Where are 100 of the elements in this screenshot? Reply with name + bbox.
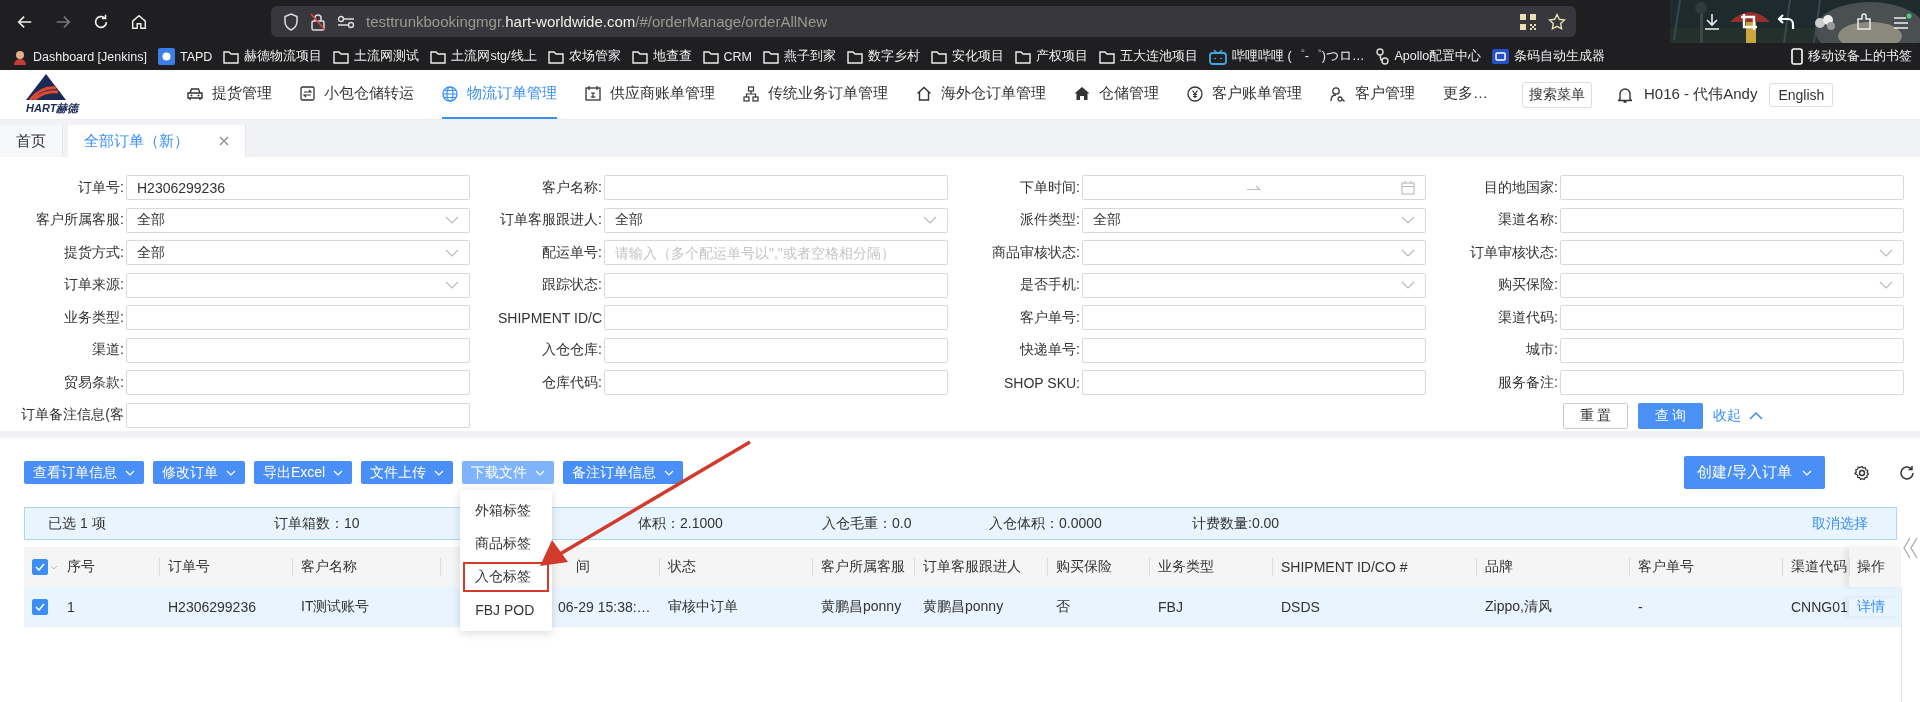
column-header: 操作 xyxy=(1857,558,1885,576)
field-label: 仓库代码: xyxy=(541,372,603,392)
nav-item[interactable]: 客户管理 xyxy=(1330,70,1415,119)
nav-item[interactable]: 提货管理 xyxy=(187,70,272,119)
column-header: 订单客服跟进人 xyxy=(923,558,1021,576)
bookmark-item[interactable]: 农场管家 xyxy=(547,48,621,65)
bookmark-item[interactable]: 地查查 xyxy=(631,48,692,65)
field-label: 配运单号: xyxy=(541,242,603,262)
search-menu-button[interactable]: 搜索菜单 xyxy=(1522,81,1592,108)
table-cell: - xyxy=(1638,598,1643,615)
bookmark-item[interactable]: 赫德物流项目 xyxy=(223,48,323,65)
bookmark-item[interactable]: 土流网stg/线上 xyxy=(430,48,537,65)
select-field[interactable]: 全部 xyxy=(1082,207,1426,233)
table-cell: CNNG01 xyxy=(1791,598,1848,615)
summary-text: 体积：2.1000 xyxy=(638,514,724,533)
bookmark-item[interactable]: TAPD xyxy=(157,48,213,65)
column-header: 间 xyxy=(576,558,590,576)
column-header: 客户所属客服 xyxy=(821,558,905,576)
nav-item[interactable]: 仓储管理 xyxy=(1074,70,1159,119)
nav-item[interactable]: 客户账单管理 xyxy=(1187,70,1302,119)
column-header: 客户单号 xyxy=(1638,558,1694,576)
field-label: 订单来源: xyxy=(63,275,125,295)
field-label: SHOP SKU: xyxy=(1003,373,1081,393)
summary-text: 订单箱数：10 xyxy=(274,514,361,533)
table-cell: 黄鹏昌ponny xyxy=(821,597,902,616)
field-label: 贸易条款: xyxy=(63,372,125,392)
field-label: 城市: xyxy=(1525,340,1559,360)
table-cell: 审核中订单 xyxy=(668,597,738,616)
field-label: 客户名称: xyxy=(541,177,603,197)
column-header: 业务类型 xyxy=(1158,558,1214,576)
field-label: 是否手机: xyxy=(1019,275,1081,295)
nav-item[interactable]: 海外仓订单管理 xyxy=(916,70,1046,119)
table-cell: IT测试账号 xyxy=(301,597,370,616)
bookmark-item[interactable]: 安化项目 xyxy=(931,48,1004,65)
table-cell: 黄鹏昌ponny xyxy=(923,597,1004,616)
column-header: SHIPMENT ID/CO # xyxy=(1281,559,1408,575)
table-cell: 1 xyxy=(67,598,75,615)
summary-text: 入仓体积：0.0000 xyxy=(989,514,1103,533)
bookmark-item[interactable]: Apollo配置中心 xyxy=(1375,48,1482,65)
url-text: testtrunkbookingmgr.hart-worldwide.com/#/orderManage/orderAllNew xyxy=(366,13,828,30)
summary-text: 已选 1 项 xyxy=(48,514,107,533)
field-label: 订单客服跟进人: xyxy=(499,210,603,230)
field-label: 订单审核状态: xyxy=(1469,242,1559,262)
bookmark-item[interactable]: 条码自动生成器 xyxy=(1492,48,1606,65)
table-cell: H2306299236 xyxy=(168,598,256,615)
bookmark-item[interactable]: 产权项目 xyxy=(1015,48,1088,65)
table-cell: Zippo,清风 xyxy=(1485,597,1552,616)
menu-item[interactable]: FBJ POD xyxy=(463,595,550,625)
column-header: 客户名称 xyxy=(301,558,357,576)
select-field[interactable]: 全部 xyxy=(126,207,470,233)
user-name[interactable]: H016 - 代伟Andy xyxy=(1644,85,1758,104)
field-label: 购买保险: xyxy=(1497,275,1559,295)
reset-button[interactable]: 重 置 xyxy=(1563,402,1628,429)
select-field[interactable]: 全部 xyxy=(126,240,470,266)
bookmark-item[interactable]: 土流网测试 xyxy=(333,48,420,65)
column-header: 状态 xyxy=(668,558,696,576)
table-cell: 否 xyxy=(1056,597,1070,616)
field-label: 订单备注信息(客 xyxy=(20,405,125,425)
language-button[interactable]: English xyxy=(1769,82,1834,107)
field-label: 渠道代码: xyxy=(1497,307,1559,327)
field-label: 商品审核状态: xyxy=(991,242,1081,262)
field-label: 业务类型: xyxy=(63,307,125,327)
text-field[interactable]: H2306299236 xyxy=(126,175,470,200)
field-label: 快递单号: xyxy=(1018,340,1081,360)
nav-item[interactable]: 传统业务订单管理 xyxy=(743,70,888,119)
nav-item[interactable]: 小包仓储转运 xyxy=(300,70,414,119)
column-header: 渠道代码 xyxy=(1791,558,1847,576)
page-tab[interactable]: 首页 xyxy=(0,125,63,157)
menu-item[interactable]: 商品标签 xyxy=(463,529,550,559)
table-cell: 06-29 15:38:… xyxy=(558,598,651,615)
field-label: 渠道名称: xyxy=(1497,210,1559,230)
table-cell: DSDS xyxy=(1281,598,1320,615)
field-label: 订单号: xyxy=(77,177,125,197)
nav-item[interactable]: 供应商账单管理 xyxy=(585,70,715,119)
field-label: 提货方式: xyxy=(63,242,125,262)
field-label: 服务备注: xyxy=(1497,372,1559,392)
column-header: 购买保险 xyxy=(1056,558,1112,576)
column-header: 订单号 xyxy=(168,558,210,576)
bookmark-item[interactable]: 哔哩哔哩 (゜-゜)つロ… xyxy=(1209,48,1365,65)
field-label: 客户所属客服: xyxy=(35,210,125,230)
address-bar[interactable]: testtrunkbookingmgr.hart-worldwide.com/#/orderManage/orderAllNew xyxy=(271,6,1576,37)
menu-item[interactable]: 外箱标签 xyxy=(463,496,550,526)
bookmark-item[interactable]: 数字乡村 xyxy=(847,48,920,65)
select-field[interactable]: 全部 xyxy=(604,207,948,233)
field-label: 客户单号: xyxy=(1019,307,1081,327)
column-header: 品牌 xyxy=(1485,558,1513,576)
bookmark-item[interactable]: Dashboard [Jenkins] xyxy=(12,48,147,65)
bookmark-item[interactable]: 五大连池项目 xyxy=(1099,48,1198,65)
field-label: 派件类型: xyxy=(1019,210,1081,230)
menu-item[interactable]: 入仓标签 xyxy=(463,562,550,592)
field-label: 入仓仓库: xyxy=(541,340,603,360)
bookmark-item[interactable]: 移动设备上的书签 xyxy=(1791,48,1912,65)
bookmark-item[interactable]: CRM xyxy=(702,49,752,64)
column-header: 序号 xyxy=(67,558,95,576)
field-label: 跟踪状态: xyxy=(541,275,603,295)
bookmark-item[interactable]: 燕子到家 xyxy=(763,48,836,65)
field-label: 渠道: xyxy=(91,340,125,360)
table-cell: FBJ xyxy=(1158,598,1183,615)
nav-item[interactable]: 更多… xyxy=(1443,70,1488,119)
summary-text: 计费数量:0.00 xyxy=(1192,514,1281,533)
